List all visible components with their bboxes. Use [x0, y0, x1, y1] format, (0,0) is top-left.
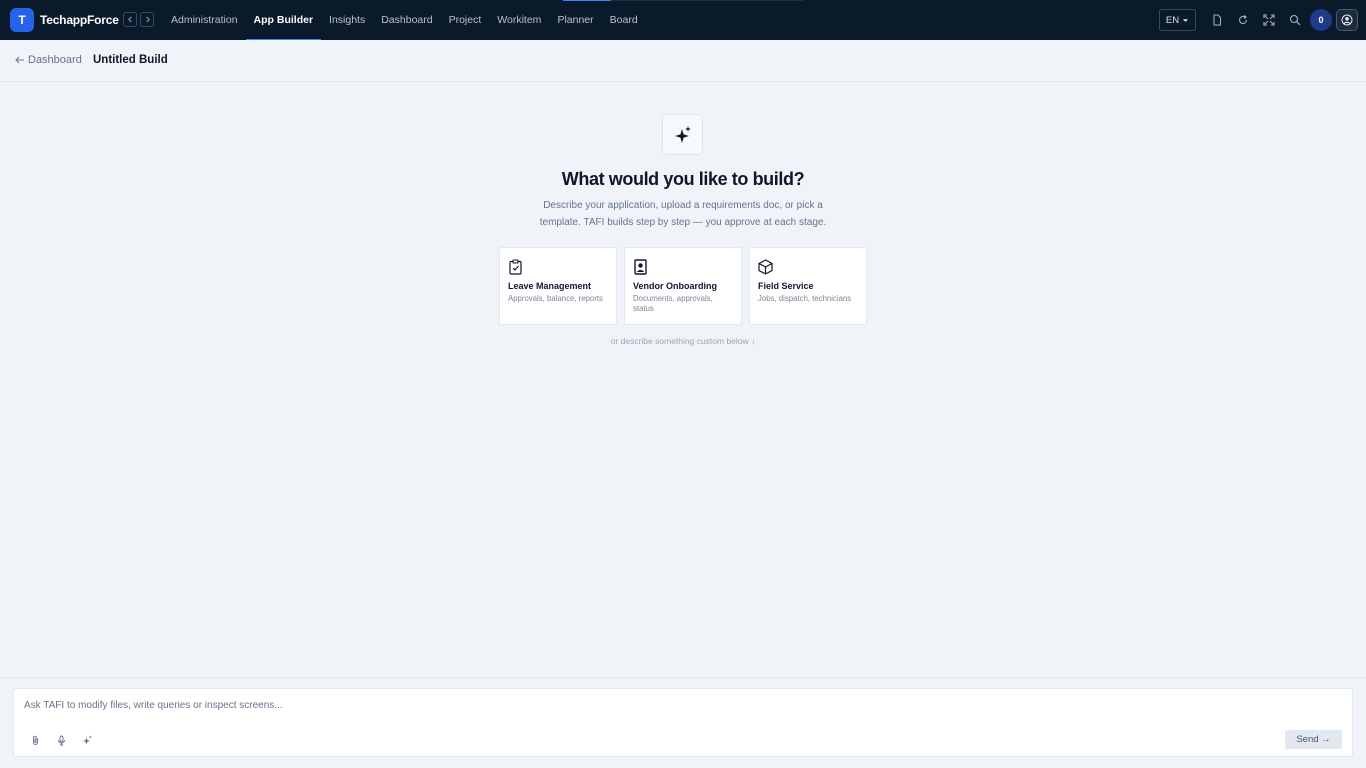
custom-hint: or describe something custom below ↓ [610, 336, 756, 346]
microphone-button[interactable] [54, 733, 68, 747]
template-card-leave-management[interactable]: Leave Management Approvals, balance, rep… [499, 247, 617, 325]
send-button[interactable]: Send → [1285, 730, 1342, 749]
refresh-button[interactable] [1230, 8, 1256, 32]
template-card-subtitle: Jobs, dispatch, technicians [758, 294, 852, 303]
header-actions: EN 0 [1159, 8, 1358, 32]
search-button[interactable] [1282, 8, 1308, 32]
sparkles-icon [82, 735, 92, 744]
ai-assist-button[interactable] [80, 733, 94, 747]
nav-item-workitem[interactable]: Workitem [489, 0, 549, 40]
language-selector[interactable]: EN [1159, 9, 1196, 31]
back-link-label: Dashboard [28, 54, 82, 66]
paperclip-icon [32, 735, 38, 745]
back-to-dashboard-link[interactable]: Dashboard [15, 54, 82, 66]
app-logo[interactable]: T [10, 8, 34, 32]
document-button[interactable] [1204, 8, 1230, 32]
template-card-subtitle: Approvals, balance, reports [508, 294, 603, 303]
nav-item-project[interactable]: Project [441, 0, 490, 40]
clipboard-check-icon [509, 259, 522, 275]
chat-composer: Send → [13, 688, 1353, 757]
id-badge-icon [634, 259, 647, 275]
search-icon [1289, 14, 1301, 26]
document-icon [1213, 14, 1221, 26]
language-label: EN [1165, 14, 1180, 26]
nav-item-board[interactable]: Board [602, 0, 646, 40]
template-card-title: Field Service [758, 281, 814, 291]
attach-button[interactable] [28, 733, 42, 747]
nav-item-insights[interactable]: Insights [321, 0, 373, 40]
chevron-left-icon [127, 16, 132, 23]
top-nav-bar: T TechappForce Administration App Builde… [0, 0, 1366, 40]
expand-icon [1263, 14, 1275, 26]
nav-item-app-builder[interactable]: App Builder [245, 0, 322, 40]
hero-description: Describe your application, upload a requ… [539, 200, 827, 228]
back-arrow-button[interactable] [123, 12, 137, 27]
refresh-icon [1238, 15, 1248, 24]
composer-divider [0, 677, 1366, 678]
template-card-title: Leave Management [508, 281, 592, 291]
template-card-vendor-onboarding[interactable]: Vendor Onboarding Documents, approvals, … [624, 247, 742, 325]
prompt-input[interactable] [24, 700, 1224, 711]
forward-arrow-button[interactable] [140, 12, 154, 27]
caret-down-icon [1182, 18, 1189, 22]
sparkles-icon [674, 125, 691, 143]
microphone-icon [57, 735, 65, 745]
brand-name[interactable]: TechappForce [40, 13, 119, 27]
hero-icon-box [662, 114, 703, 155]
composer-tools [28, 733, 94, 747]
notification-count-badge[interactable]: 0 [1310, 9, 1332, 31]
history-nav [123, 12, 154, 27]
nav-item-dashboard[interactable]: Dashboard [373, 0, 440, 40]
nav-item-planner[interactable]: Planner [549, 0, 601, 40]
main-menu: Administration App Builder Insights Dash… [163, 0, 646, 40]
nav-item-administration[interactable]: Administration [163, 0, 246, 40]
user-icon [1341, 14, 1353, 26]
arrow-left-icon [15, 56, 24, 64]
template-cards: Leave Management Approvals, balance, rep… [499, 247, 867, 325]
hero-title: What would you like to build? [561, 169, 805, 189]
template-card-title: Vendor Onboarding [633, 281, 718, 291]
fullscreen-button[interactable] [1256, 8, 1282, 32]
template-card-subtitle: Documents, approvals, status [633, 294, 713, 313]
template-card-field-service[interactable]: Field Service Jobs, dispatch, technician… [749, 247, 867, 325]
box-icon [758, 259, 773, 275]
chevron-right-icon [145, 16, 150, 23]
breadcrumb: Dashboard Untitled Build [0, 40, 1366, 82]
page-title: Untitled Build [93, 54, 168, 66]
user-avatar[interactable] [1336, 9, 1358, 31]
